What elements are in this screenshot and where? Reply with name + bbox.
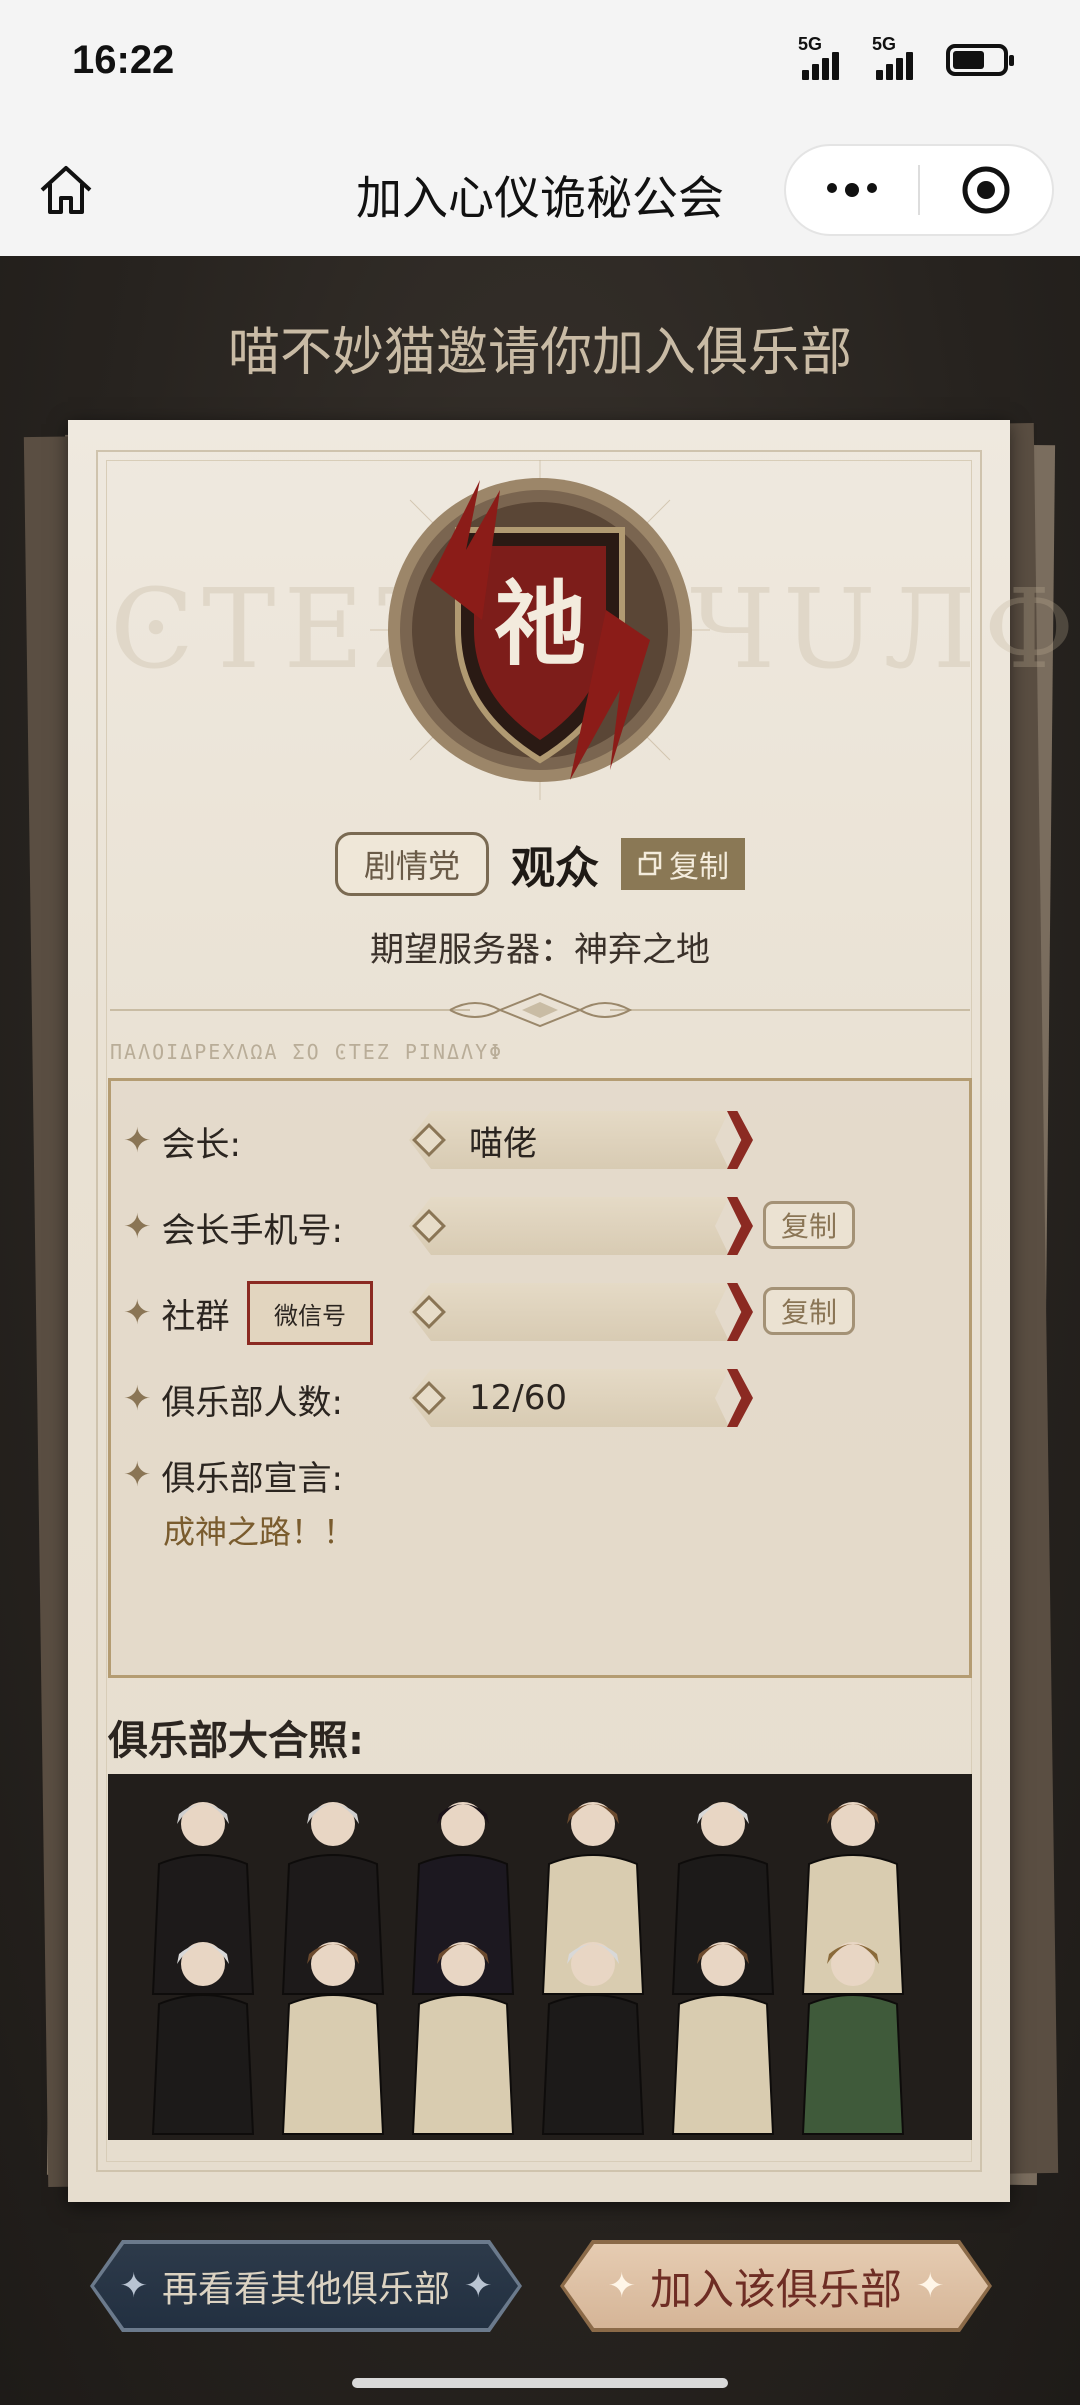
copy-phone-button[interactable]: 复制: [763, 1201, 855, 1249]
target-icon[interactable]: [920, 164, 1052, 216]
club-info-box: ✦ 会长: 喵佬 ✦ 会长手机号: 复制 ✦ 社群 微信号 复制 ✦ 俱乐部人数: 12…: [108, 1078, 972, 1678]
president-value-plate: 喵佬: [409, 1111, 753, 1169]
browse-other-clubs-button[interactable]: ✦ 再看看其他俱乐部 ✦: [94, 2244, 518, 2328]
sparkle-icon: ✦: [607, 2266, 636, 2306]
club-name: 观众: [511, 843, 599, 894]
sparkle-icon: ✦: [916, 2266, 945, 2306]
members-value-plate: 12/60: [409, 1369, 753, 1427]
nav-bar: 加入心仪诡秘公会: [0, 128, 1080, 256]
community-row: ✦ 社群: [123, 1293, 230, 1337]
copy-club-button[interactable]: 复制: [621, 838, 745, 890]
group-photo-image: [108, 1774, 972, 2140]
group-photo: [108, 1774, 972, 2140]
club-declaration: 成神之路！！: [163, 1513, 356, 1551]
cellular-signal-icon: 5G: [798, 34, 854, 82]
expected-server: 期望服务器：神弃之地: [370, 930, 710, 970]
star-icon: ✦: [123, 1207, 152, 1247]
sparkle-icon: ✦: [119, 2266, 148, 2306]
star-icon: ✦: [123, 1121, 152, 1161]
group-photo-title: 俱乐部大合照:: [108, 1718, 364, 1764]
president-row: ✦ 会长:: [123, 1121, 241, 1165]
cellular-signal-icon: 5G: [872, 34, 928, 82]
club-tag: 剧情党: [334, 832, 489, 896]
star-icon: ✦: [123, 1379, 152, 1419]
invite-title: 喵不妙猫邀请你加入俱乐部: [227, 323, 852, 383]
community-value-plate: [409, 1283, 753, 1341]
copy-community-button[interactable]: 复制: [763, 1287, 855, 1335]
battery-icon: [946, 44, 1014, 76]
phone-row: ✦ 会长手机号:: [123, 1207, 343, 1251]
club-emblem: 祂: [370, 460, 710, 800]
decorative-script: ΠΑΛΟΙΔΡΕΧΛΩΑ ΣΟ ϾΤΕΖ ΡΙΝΔΛΥΦ: [110, 1040, 504, 1064]
status-bar: 16:22 5G 5G: [0, 0, 1080, 128]
star-icon: ✦: [123, 1293, 152, 1333]
mini-program-capsule: [784, 144, 1054, 236]
declaration-row: ✦ 俱乐部宣言:: [123, 1455, 343, 1499]
copy-icon: [638, 851, 662, 876]
status-icons: 5G 5G: [798, 34, 1014, 82]
svg-text:祂: 祂: [494, 570, 586, 678]
home-indicator: [352, 2378, 728, 2388]
join-club-button[interactable]: ✦ 加入该俱乐部 ✦: [564, 2244, 988, 2328]
members-row: ✦ 俱乐部人数:: [123, 1379, 343, 1423]
decorative-script: ЧUЛФ: [690, 565, 1080, 693]
community-type-tag[interactable]: 微信号: [247, 1281, 373, 1345]
sparkle-icon: ✦: [464, 2266, 493, 2306]
phone-value-plate: [409, 1197, 753, 1255]
club-header: 剧情党 观众 复制: [0, 832, 1080, 896]
status-time: 16:22: [72, 38, 175, 82]
star-icon: ✦: [123, 1455, 152, 1495]
more-dots-icon[interactable]: [786, 183, 918, 197]
divider-ornament: [110, 992, 970, 1028]
